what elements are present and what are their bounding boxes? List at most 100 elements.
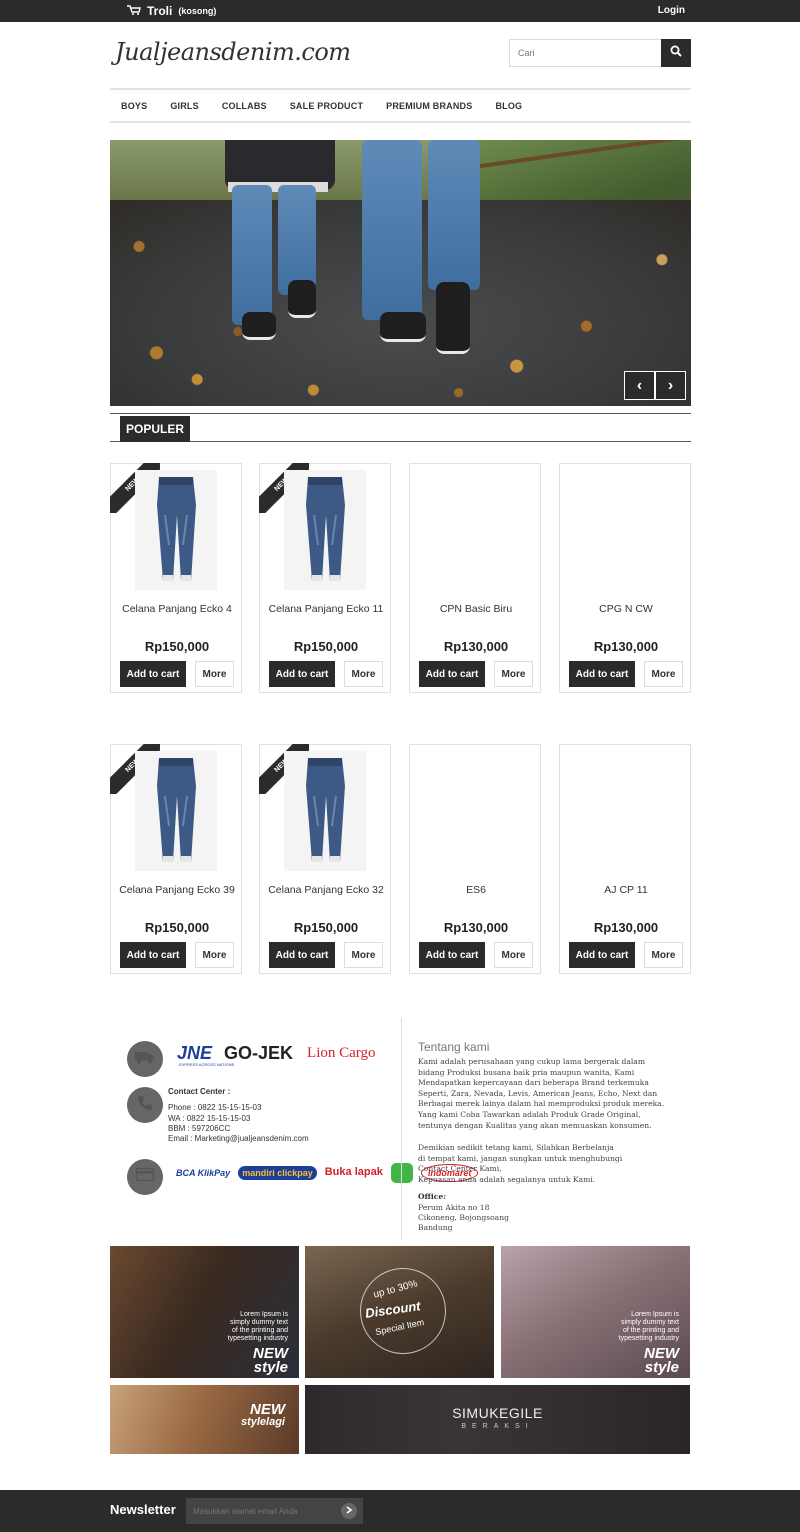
contact-bbm: BBM : 597206CC	[168, 1124, 231, 1133]
product-price: Rp150,000	[144, 920, 210, 935]
nav-item-collabs[interactable]: COLLABS	[222, 101, 267, 111]
about-text-line: Yang kami Coba Tawarkan adalah Produk Gr…	[418, 1110, 641, 1119]
banner-new-style-2[interactable]: Lorem Ipsum is simply dummy text of the pr…	[501, 1246, 690, 1378]
section-title-populer: POPULER	[120, 416, 191, 442]
slider-leg	[428, 140, 480, 290]
contact-circle	[127, 1087, 163, 1123]
product-name[interactable]: Celana Panjang Ecko 39	[111, 884, 243, 896]
banner-new-style-lagi[interactable]: NEW stylelagi	[110, 1385, 299, 1454]
search-box	[509, 39, 691, 67]
banner-discount[interactable]: up to 30% Discount Special Item	[305, 1246, 494, 1378]
bukalapak-logo: Buka lapak	[324, 1166, 383, 1179]
product-image-caption: ES 6	[482, 772, 500, 781]
add-to-cart-button[interactable]: Add to cart	[120, 942, 186, 968]
product-name[interactable]: AJ CP 11	[560, 884, 692, 896]
more-button[interactable]: More	[344, 661, 383, 687]
newsletter-submit-button[interactable]	[341, 1503, 357, 1519]
product-price: Rp150,000	[144, 639, 210, 654]
product-name[interactable]: CPN Basic Biru	[410, 603, 542, 615]
jeans-illustration	[157, 477, 196, 581]
product-name[interactable]: CPG N CW	[560, 603, 692, 615]
about-text-line: Kepuasan anda adalah segalanya untuk Kam…	[418, 1174, 596, 1184]
banner-simukegile[interactable]: SIMUKEGILE BERAKSI	[305, 1385, 690, 1454]
more-button[interactable]: More	[344, 942, 383, 968]
product-card[interactable]: NEW Celana Panjang Ecko 39 Rp150,000 Add to…	[110, 744, 242, 974]
lion-cargo-logo: Lion Cargo	[307, 1045, 376, 1061]
slider-shoe	[288, 280, 316, 318]
product-card[interactable]: NEW Celana Panjang Ecko 11 Rp150,000 Add to…	[259, 463, 391, 693]
product-image[interactable]	[135, 470, 217, 590]
add-to-cart-button[interactable]: Add to cart	[419, 942, 485, 968]
product-card[interactable]: CPG N CW CPG N CW Rp130,000 Add to cart More	[559, 463, 691, 693]
login-link[interactable]: Login	[658, 5, 685, 16]
product-image[interactable]: CPG N CW	[570, 472, 684, 587]
add-to-cart-button[interactable]: Add to cart	[419, 661, 485, 687]
product-image[interactable]	[284, 751, 366, 871]
about-text-line: Demikian sedikit tetang kami, Silahkan B…	[418, 1143, 614, 1152]
top-bar: Troli (kosong) Login	[0, 0, 800, 22]
product-card[interactable]: NEW Celana Panjang Ecko 32 Rp150,000 Add to…	[259, 744, 391, 974]
nav-item-blog[interactable]: BLOG	[495, 101, 522, 111]
jeans-illustration	[306, 477, 345, 581]
product-card[interactable]: AJ CP 11 AJ CP 11 Rp130,000 Add to cart More	[559, 744, 691, 974]
add-to-cart-button[interactable]: Add to cart	[269, 942, 335, 968]
shipping-circle	[127, 1041, 163, 1077]
contact-wa: WA : 0822 15-15-15-03	[168, 1114, 251, 1123]
about-text-line: Kami adalah perusahaan yang cukup lama b…	[418, 1057, 646, 1066]
banner-new-style-1[interactable]: Lorem Ipsum is simply dummy text of the pr…	[110, 1246, 299, 1378]
nav-item-boys[interactable]: BOYS	[121, 101, 147, 111]
more-button[interactable]: More	[644, 942, 683, 968]
about-text-line: tentunya dengan Kualitas yang akan memua…	[418, 1120, 652, 1130]
product-image-caption: CPG N CW	[632, 491, 674, 500]
more-button[interactable]: More	[494, 942, 533, 968]
add-to-cart-button[interactable]: Add to cart	[120, 661, 186, 687]
newsletter-title: Newsletter	[110, 1502, 176, 1517]
more-button[interactable]: More	[195, 942, 234, 968]
product-name[interactable]: Celana Panjang Ecko 32	[260, 884, 392, 896]
more-button[interactable]: More	[195, 661, 234, 687]
nav-item-premium-brands[interactable]: PREMIUM BRANDS	[386, 101, 472, 111]
nav-item-sale-product[interactable]: SALE PRODUCT	[290, 101, 363, 111]
product-card[interactable]: NEW Celana Panjang Ecko 4 Rp150,000 Add to …	[110, 463, 242, 693]
product-card[interactable]: CPN Basic Biru Rp130,000 Add to cart More	[409, 463, 541, 693]
product-name[interactable]: Celana Panjang Ecko 11	[260, 603, 392, 615]
jne-logo: JNE	[177, 1043, 213, 1063]
about-text-line: Contact Center Kami,	[418, 1164, 502, 1174]
product-image[interactable]	[420, 472, 534, 587]
nav-item-girls[interactable]: GIRLS	[170, 101, 199, 111]
more-button[interactable]: More	[644, 661, 683, 687]
about-text-line: Seperti, Zara, Nevada, Levis, American J…	[418, 1088, 658, 1098]
search-input[interactable]	[510, 40, 662, 66]
contact-email[interactable]: Email : Marketing@jualjeansdenim.com	[168, 1134, 309, 1143]
add-to-cart-button[interactable]: Add to cart	[269, 661, 335, 687]
product-image[interactable]: AJ CP 11	[570, 753, 684, 868]
site-logo[interactable]: Jualjeansdenim.com	[115, 38, 351, 66]
product-image[interactable]	[135, 751, 217, 871]
shipping-logos: JNE GO-JEK Lion Cargo	[177, 1043, 376, 1064]
product-image[interactable]	[284, 470, 366, 590]
about-title: Tentang kami	[418, 1040, 490, 1054]
search-button[interactable]	[661, 39, 691, 67]
gojek-logo: GO-JEK	[224, 1043, 294, 1063]
newsletter-email-input[interactable]	[186, 1498, 363, 1524]
main-nav: BOYS GIRLS COLLABS SALE PRODUCT PREMIUM …	[110, 88, 691, 123]
product-price: Rp150,000	[293, 920, 359, 935]
add-to-cart-button[interactable]: Add to cart	[569, 942, 635, 968]
cart-status: (kosong)	[178, 6, 217, 16]
office-address-line: Bandung	[418, 1223, 453, 1232]
product-name[interactable]: ES6	[410, 884, 542, 896]
add-to-cart-button[interactable]: Add to cart	[569, 661, 635, 687]
product-image[interactable]: ES 6	[420, 753, 534, 868]
more-button[interactable]: More	[494, 661, 533, 687]
slider-next-button[interactable]: ›	[655, 371, 686, 400]
product-price: Rp130,000	[443, 639, 509, 654]
banner-text-big: NEW style	[253, 1345, 288, 1376]
slider-prev-button[interactable]: ‹	[624, 371, 655, 400]
cart-link[interactable]: Troli (kosong)	[127, 4, 216, 18]
product-price: Rp130,000	[443, 920, 509, 935]
office-address-line: Cikoneng, Bojongsoang	[418, 1213, 509, 1222]
banner-text-small: Lorem Ipsum is simply dummy text of the pr…	[227, 1311, 288, 1342]
truck-icon	[135, 1050, 155, 1069]
product-name[interactable]: Celana Panjang Ecko 4	[111, 603, 243, 615]
product-card[interactable]: ES 6 ES6 Rp130,000 Add to cart More	[409, 744, 541, 974]
